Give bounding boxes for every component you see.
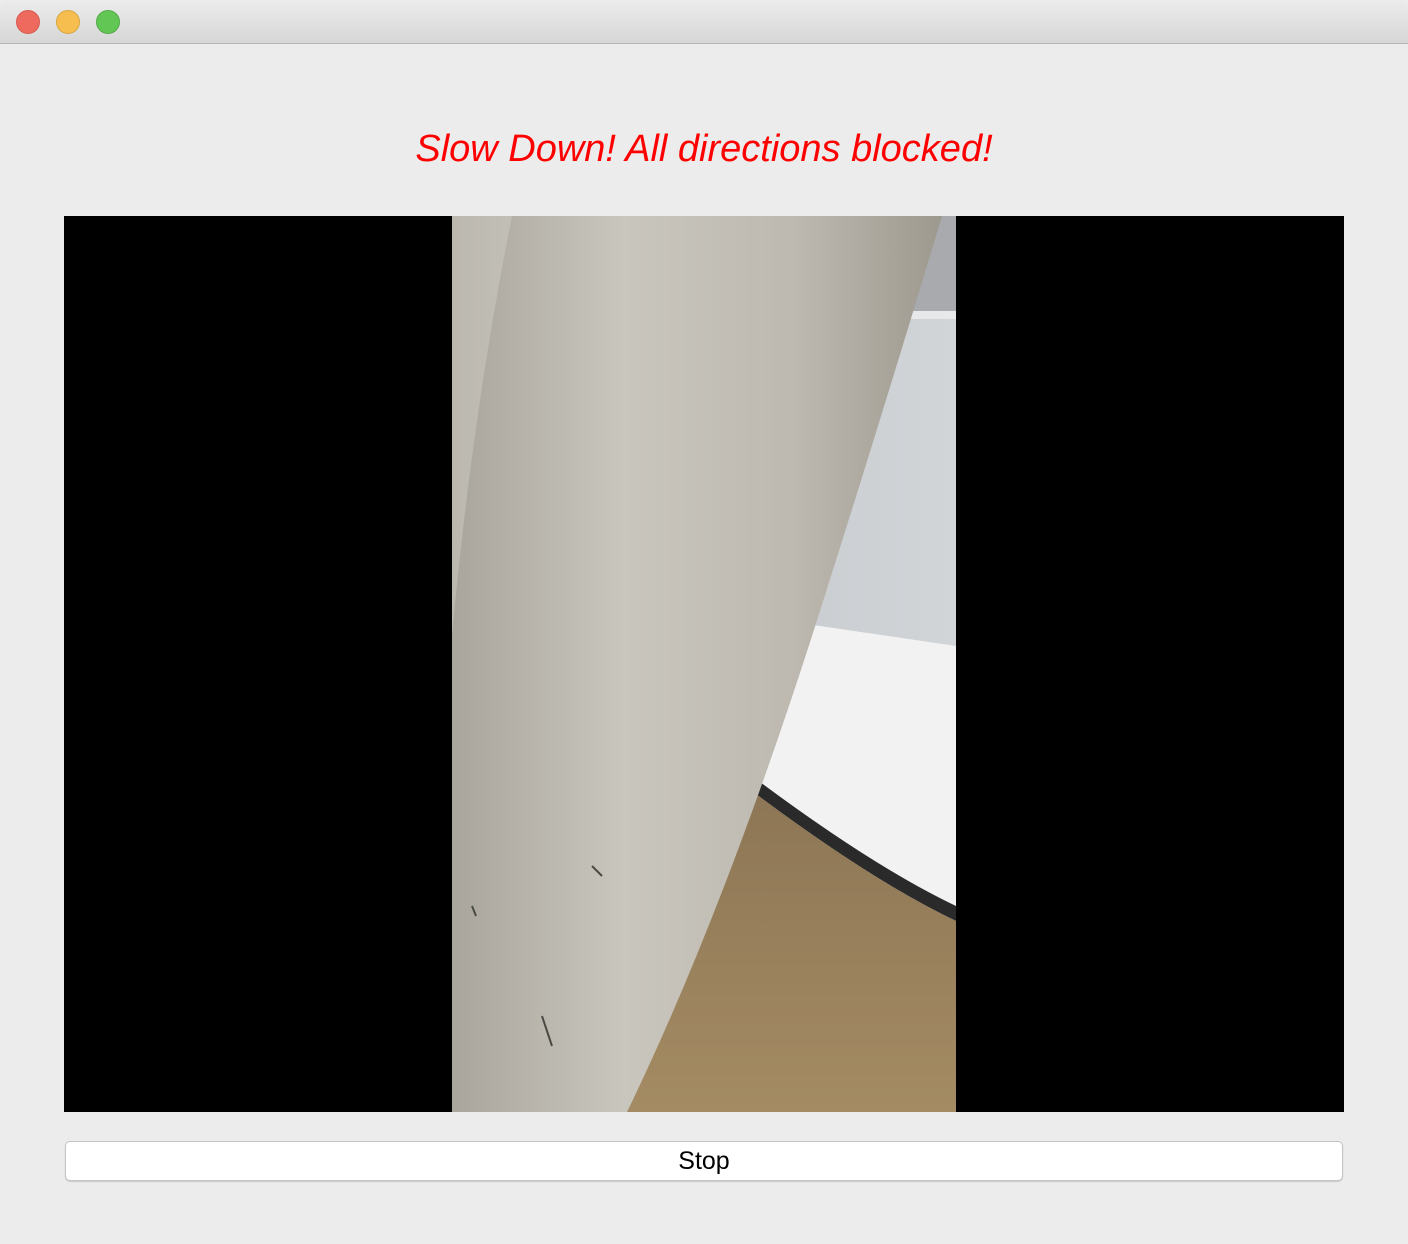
stop-button[interactable]: Stop [65, 1141, 1343, 1181]
minimize-window-button[interactable] [56, 10, 80, 34]
zoom-window-button[interactable] [96, 10, 120, 34]
status-message: Slow Down! All directions blocked! [415, 128, 993, 170]
video-display [64, 216, 1344, 1112]
camera-feed-image [452, 216, 956, 1112]
close-window-button[interactable] [16, 10, 40, 34]
title-bar[interactable] [0, 0, 1408, 44]
app-window: Slow Down! All directions blocked! Stop [0, 0, 1408, 1244]
